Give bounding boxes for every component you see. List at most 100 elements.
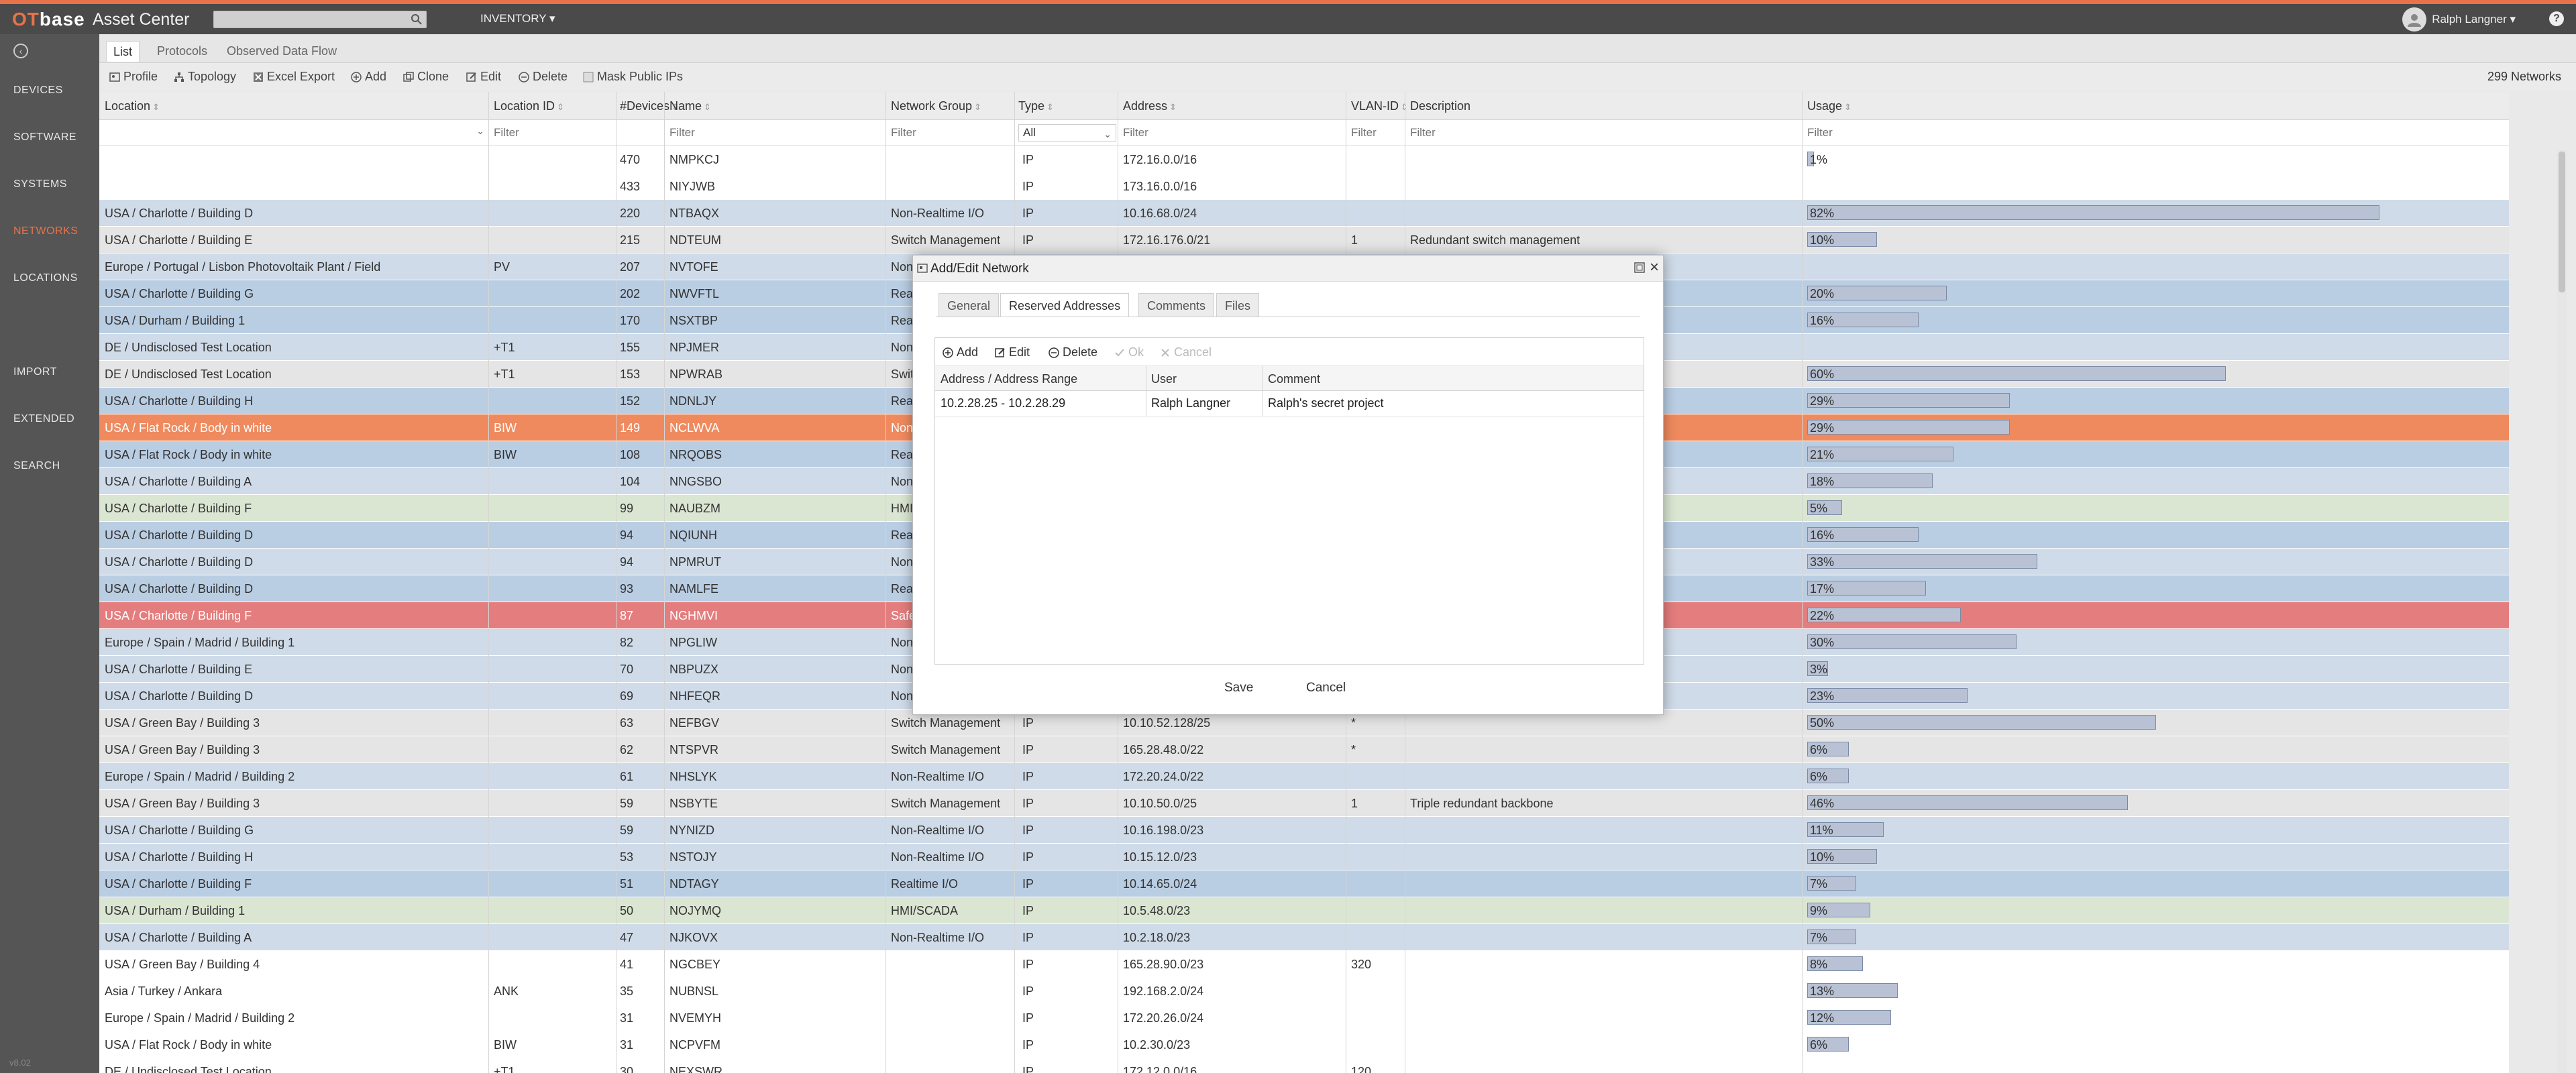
- header-description[interactable]: Description: [1410, 99, 1470, 113]
- reserved-table-header: Address / Address Range User Comment: [935, 366, 1644, 391]
- table-row[interactable]: Asia / Turkey / Ankara ANK 35 NUBNSL IP 192.1…: [99, 978, 2509, 1005]
- scrollbar-thumb[interactable]: [2559, 152, 2565, 292]
- add-button[interactable]: Add: [350, 70, 386, 84]
- tab-protocols[interactable]: Protocols: [150, 41, 214, 61]
- table-row[interactable]: Europe / Spain / Madrid / Building 2 31 NV…: [99, 1005, 2509, 1031]
- reserved-add-button[interactable]: Add: [942, 345, 978, 359]
- dialog-tab-files[interactable]: Files: [1216, 293, 1260, 317]
- table-row[interactable]: USA / Charlotte / Building E 215 NDTEUM Swi…: [99, 227, 2509, 253]
- delete-icon: [1049, 347, 1059, 358]
- save-button[interactable]: Save: [1224, 681, 1253, 695]
- type-filter[interactable]: All ⌄: [1018, 124, 1116, 142]
- table-row[interactable]: USA / Green Bay / Building 3 62 NTSPVR Swit…: [99, 736, 2509, 763]
- col-address-range[interactable]: Address / Address Range: [941, 372, 1077, 386]
- maximize-icon[interactable]: [1633, 262, 1646, 274]
- mask-public-ips-toggle[interactable]: Mask Public IPs: [582, 70, 683, 84]
- table-row[interactable]: USA / Charlotte / Building G 59 NYNIZD Non-…: [99, 817, 2509, 844]
- table-row[interactable]: USA / Flat Rock / Body in white BIW 31 NCPV…: [99, 1031, 2509, 1058]
- tab-observed-data-flow[interactable]: Observed Data Flow: [220, 41, 343, 61]
- header-name[interactable]: Name ⇕: [669, 99, 711, 113]
- delete-button[interactable]: Delete: [518, 70, 568, 84]
- table-row[interactable]: USA / Charlotte / Building A 47 NJKOVX Non-…: [99, 924, 2509, 951]
- sidebar-item-systems[interactable]: SYSTEMS: [13, 178, 67, 190]
- edit-button[interactable]: Edit: [466, 70, 501, 84]
- sidebar-item-import[interactable]: IMPORT: [13, 366, 57, 378]
- topology-button[interactable]: Topology: [173, 70, 236, 84]
- location-id-filter[interactable]: [490, 124, 614, 142]
- reserved-delete-button[interactable]: Delete: [1048, 345, 1097, 359]
- table-row[interactable]: DE / Undisclosed Test Location +T1 30 NEXSW…: [99, 1058, 2509, 1073]
- sidebar-item-search[interactable]: SEARCH: [13, 460, 60, 472]
- header-usage[interactable]: Usage ⇕: [1807, 99, 1851, 113]
- user-menu[interactable]: Ralph Langner ▾: [2402, 7, 2516, 32]
- reserved-cancel-button[interactable]: Cancel: [1159, 345, 1212, 359]
- logo[interactable]: OTbase: [12, 9, 85, 30]
- add-icon: [351, 71, 362, 82]
- name-filter[interactable]: [665, 124, 885, 142]
- table-row[interactable]: 433 NIYJWB IP 173.16.0.0/16: [99, 173, 2509, 200]
- network-type-cell: IP: [1022, 743, 1034, 756]
- reserved-delete-label: Delete: [1063, 345, 1098, 359]
- back-icon[interactable]: ‹: [13, 44, 28, 58]
- table-row[interactable]: USA / Green Bay / Building 4 41 NGCBEY IP 16…: [99, 951, 2509, 978]
- checkbox-icon[interactable]: [582, 71, 594, 83]
- col-comment[interactable]: Comment: [1268, 372, 1320, 386]
- panel-toolbar: Add Edit Delete Ok Cancel: [935, 338, 1644, 365]
- header-type[interactable]: Type ⇕: [1018, 99, 1054, 113]
- help-icon[interactable]: ?: [2549, 11, 2564, 26]
- usage-filter[interactable]: [1803, 124, 2072, 142]
- close-icon[interactable]: ×: [1650, 258, 1659, 277]
- usage-value: 30%: [1810, 636, 1835, 649]
- sidebar-item-networks[interactable]: NETWORKS: [13, 225, 78, 237]
- edit-label: Edit: [480, 70, 502, 83]
- header-network-group[interactable]: Network Group ⇕: [891, 99, 981, 113]
- global-search[interactable]: [213, 11, 427, 28]
- dialog-tab-general[interactable]: General: [938, 293, 1000, 317]
- dialog-tab-comments[interactable]: Comments: [1138, 293, 1215, 317]
- reserved-ok-label: Ok: [1128, 345, 1144, 359]
- header-address[interactable]: Address ⇕: [1123, 99, 1177, 113]
- table-row[interactable]: USA / Charlotte / Building F 51 NDTAGY Real…: [99, 870, 2509, 897]
- dialog-header: Add/Edit Network ×: [913, 256, 1663, 282]
- address-filter[interactable]: [1119, 124, 1344, 142]
- header-location-id[interactable]: Location ID ⇕: [494, 99, 564, 113]
- tab-list[interactable]: List: [106, 41, 140, 62]
- description-filter[interactable]: [1406, 124, 1802, 142]
- sidebar-item-locations[interactable]: LOCATIONS: [13, 272, 78, 284]
- reserved-edit-button[interactable]: Edit: [994, 345, 1030, 359]
- table-row[interactable]: Europe / Spain / Madrid / Building 2 61 NH…: [99, 763, 2509, 790]
- clone-button[interactable]: Clone: [402, 70, 449, 84]
- profile-button[interactable]: Profile: [109, 70, 158, 84]
- table-row[interactable]: USA / Green Bay / Building 3 59 NSBYTE Swit…: [99, 790, 2509, 817]
- inventory-menu[interactable]: INVENTORY ▾: [480, 12, 555, 25]
- sidebar-item-devices[interactable]: DEVICES: [13, 84, 63, 97]
- grid-scrollbar[interactable]: [2557, 150, 2567, 1073]
- reserved-ok-button[interactable]: Ok: [1114, 345, 1144, 359]
- usage-value: 50%: [1810, 716, 1835, 730]
- excel-export-button[interactable]: Excel Export: [252, 70, 335, 84]
- table-row[interactable]: 470 NMPKCJ IP 172.16.0.0/16 1%: [99, 146, 2509, 173]
- network-name-cell: NAMLFE: [669, 582, 719, 596]
- reserved-row[interactable]: 10.2.28.25 - 10.2.28.29 Ralph Langner Ra…: [935, 390, 1644, 416]
- network-group-filter[interactable]: [887, 124, 1012, 142]
- sidebar-item-extended[interactable]: EXTENDED: [13, 413, 74, 425]
- cancel-button[interactable]: Cancel: [1306, 681, 1346, 695]
- table-row[interactable]: USA / Charlotte / Building H 53 NSTOJY Non-…: [99, 844, 2509, 870]
- location-filter[interactable]: ⌄: [102, 124, 488, 142]
- device-count-cell: 61: [620, 770, 634, 783]
- dialog-tab-reserved-addresses[interactable]: Reserved Addresses: [1000, 293, 1130, 317]
- device-count-cell: 59: [620, 824, 634, 837]
- header-location[interactable]: Location ⇕: [105, 99, 160, 113]
- sidebar-item-software[interactable]: SOFTWARE: [13, 131, 76, 144]
- search-input[interactable]: [214, 12, 410, 27]
- search-icon[interactable]: [410, 13, 423, 26]
- table-row[interactable]: USA / Charlotte / Building D 220 NTBAQX Non…: [99, 200, 2509, 227]
- col-user[interactable]: User: [1151, 372, 1177, 386]
- device-count-cell: 170: [620, 314, 641, 327]
- header-vlan-id[interactable]: VLAN-ID⇕: [1351, 99, 1408, 113]
- address-cell: 172.16.176.0/21: [1123, 233, 1211, 247]
- vlan-filter[interactable]: [1347, 124, 1405, 142]
- table-row[interactable]: USA / Durham / Building 1 50 NOJYMQ HMI/SCA…: [99, 897, 2509, 924]
- usage-value: 7%: [1810, 877, 1828, 891]
- view-tabs: List Protocols Observed Data Flow: [99, 34, 2576, 63]
